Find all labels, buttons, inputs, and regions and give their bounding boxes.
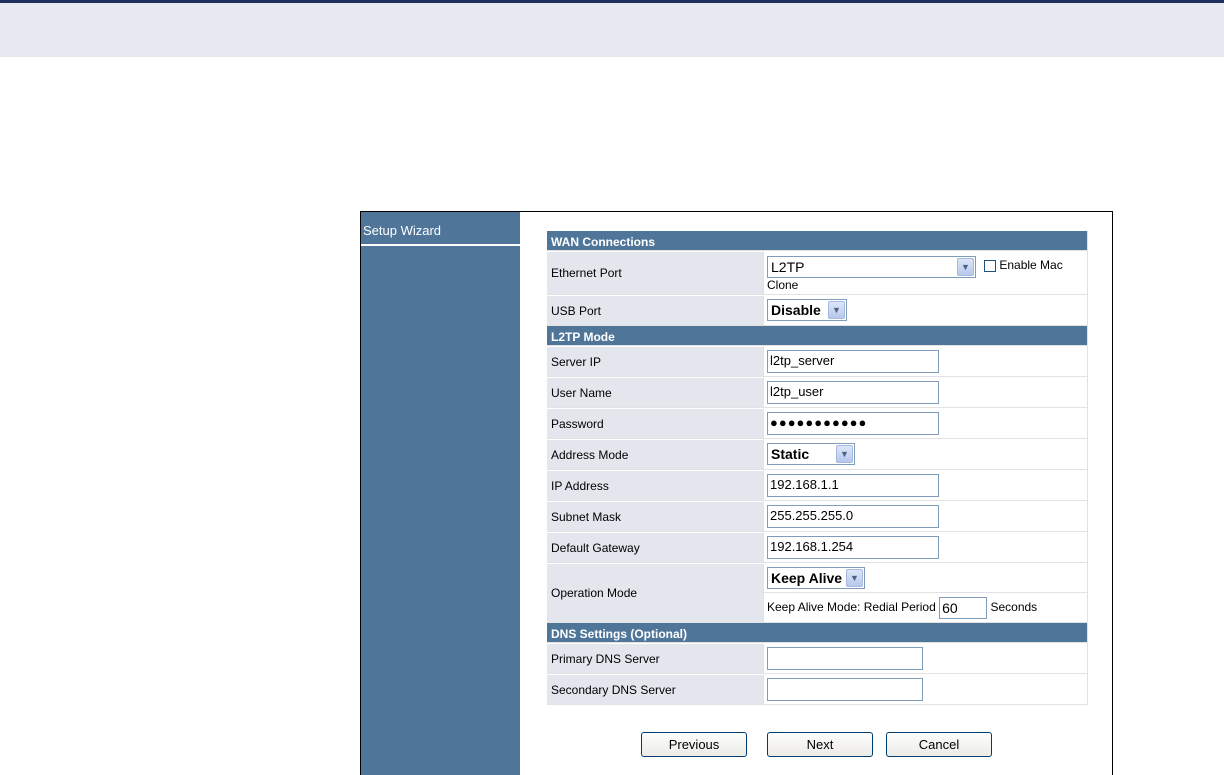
default-gateway-input[interactable]: 192.168.1.254 <box>767 535 939 559</box>
ethernet-port-value: L2TP <box>771 258 805 275</box>
section-header-dns: DNS Settings (Optional) <box>547 623 1088 643</box>
usb-port-value: Disable <box>771 302 821 318</box>
operation-mode-select[interactable]: Keep Alive ▼ <box>767 566 865 589</box>
ip-address-label: IP Address <box>547 470 764 501</box>
redial-period-cell: Keep Alive Mode: Redial Period 60 Second… <box>764 593 1088 623</box>
ethernet-port-cell: L2TP ▼ Enable Mac Clone <box>764 251 1088 295</box>
section-header-l2tp: L2TP Mode <box>547 326 1088 346</box>
usb-port-cell: Disable ▼ <box>764 295 1088 326</box>
primary-dns-label: Primary DNS Server <box>547 643 764 674</box>
redial-period-input[interactable]: 60 <box>939 596 988 619</box>
ip-address-input[interactable]: 192.168.1.1 <box>767 473 939 497</box>
secondary-dns-label: Secondary DNS Server <box>547 674 764 705</box>
section-header-wan: WAN Connections <box>547 231 1088 251</box>
settings-table: WAN Connections Ethernet Port L2TP ▼ Ena… <box>547 231 1088 705</box>
ethernet-port-select[interactable]: L2TP ▼ <box>767 255 976 278</box>
primary-dns-input[interactable] <box>767 646 923 670</box>
next-button[interactable]: Next <box>767 732 873 757</box>
password-label: Password <box>547 408 764 439</box>
router-config-frame: Setup Wizard WAN Connections Ethernet Po… <box>360 211 1113 775</box>
enable-mac-clone-checkbox[interactable] <box>984 259 996 272</box>
default-gateway-label: Default Gateway <box>547 532 764 563</box>
cancel-button[interactable]: Cancel <box>886 732 992 757</box>
subnet-mask-input[interactable]: 255.255.255.0 <box>767 504 939 528</box>
address-mode-label: Address Mode <box>547 439 764 470</box>
sidebar-item-setup-wizard[interactable]: Setup Wizard <box>361 212 520 246</box>
server-ip-input[interactable]: l2tp_server <box>767 349 939 373</box>
password-input[interactable]: ●●●●●●●●●●● <box>767 411 939 435</box>
secondary-dns-input[interactable] <box>767 677 923 701</box>
chevron-down-icon: ▼ <box>836 445 853 463</box>
redial-period-suffix: Seconds <box>990 599 1038 614</box>
address-mode-select[interactable]: Static ▼ <box>767 443 855 465</box>
user-name-label: User Name <box>547 377 764 408</box>
subnet-mask-label: Subnet Mask <box>547 501 764 532</box>
chevron-down-icon: ▼ <box>846 568 863 587</box>
user-name-input[interactable]: l2tp_user <box>767 380 939 404</box>
address-mode-value: Static <box>771 446 810 462</box>
page-header-bar <box>0 0 1224 57</box>
operation-mode-label: Operation Mode <box>547 563 764 623</box>
previous-button[interactable]: Previous <box>641 732 747 757</box>
chevron-down-icon: ▼ <box>957 257 974 276</box>
usb-port-select[interactable]: Disable ▼ <box>767 299 847 321</box>
ethernet-port-label: Ethernet Port <box>547 251 764 295</box>
enable-mac-label: Enable Mac <box>999 257 1063 272</box>
sidebar: Setup Wizard <box>361 212 520 775</box>
redial-period-prefix: Keep Alive Mode: Redial Period <box>767 599 936 614</box>
usb-port-label: USB Port <box>547 295 764 326</box>
wan-settings-form: WAN Connections Ethernet Port L2TP ▼ Ena… <box>547 231 1088 705</box>
operation-mode-value: Keep Alive <box>771 569 843 586</box>
clone-label: Clone <box>767 277 799 292</box>
chevron-down-icon: ▼ <box>828 301 845 319</box>
server-ip-label: Server IP <box>547 346 764 377</box>
